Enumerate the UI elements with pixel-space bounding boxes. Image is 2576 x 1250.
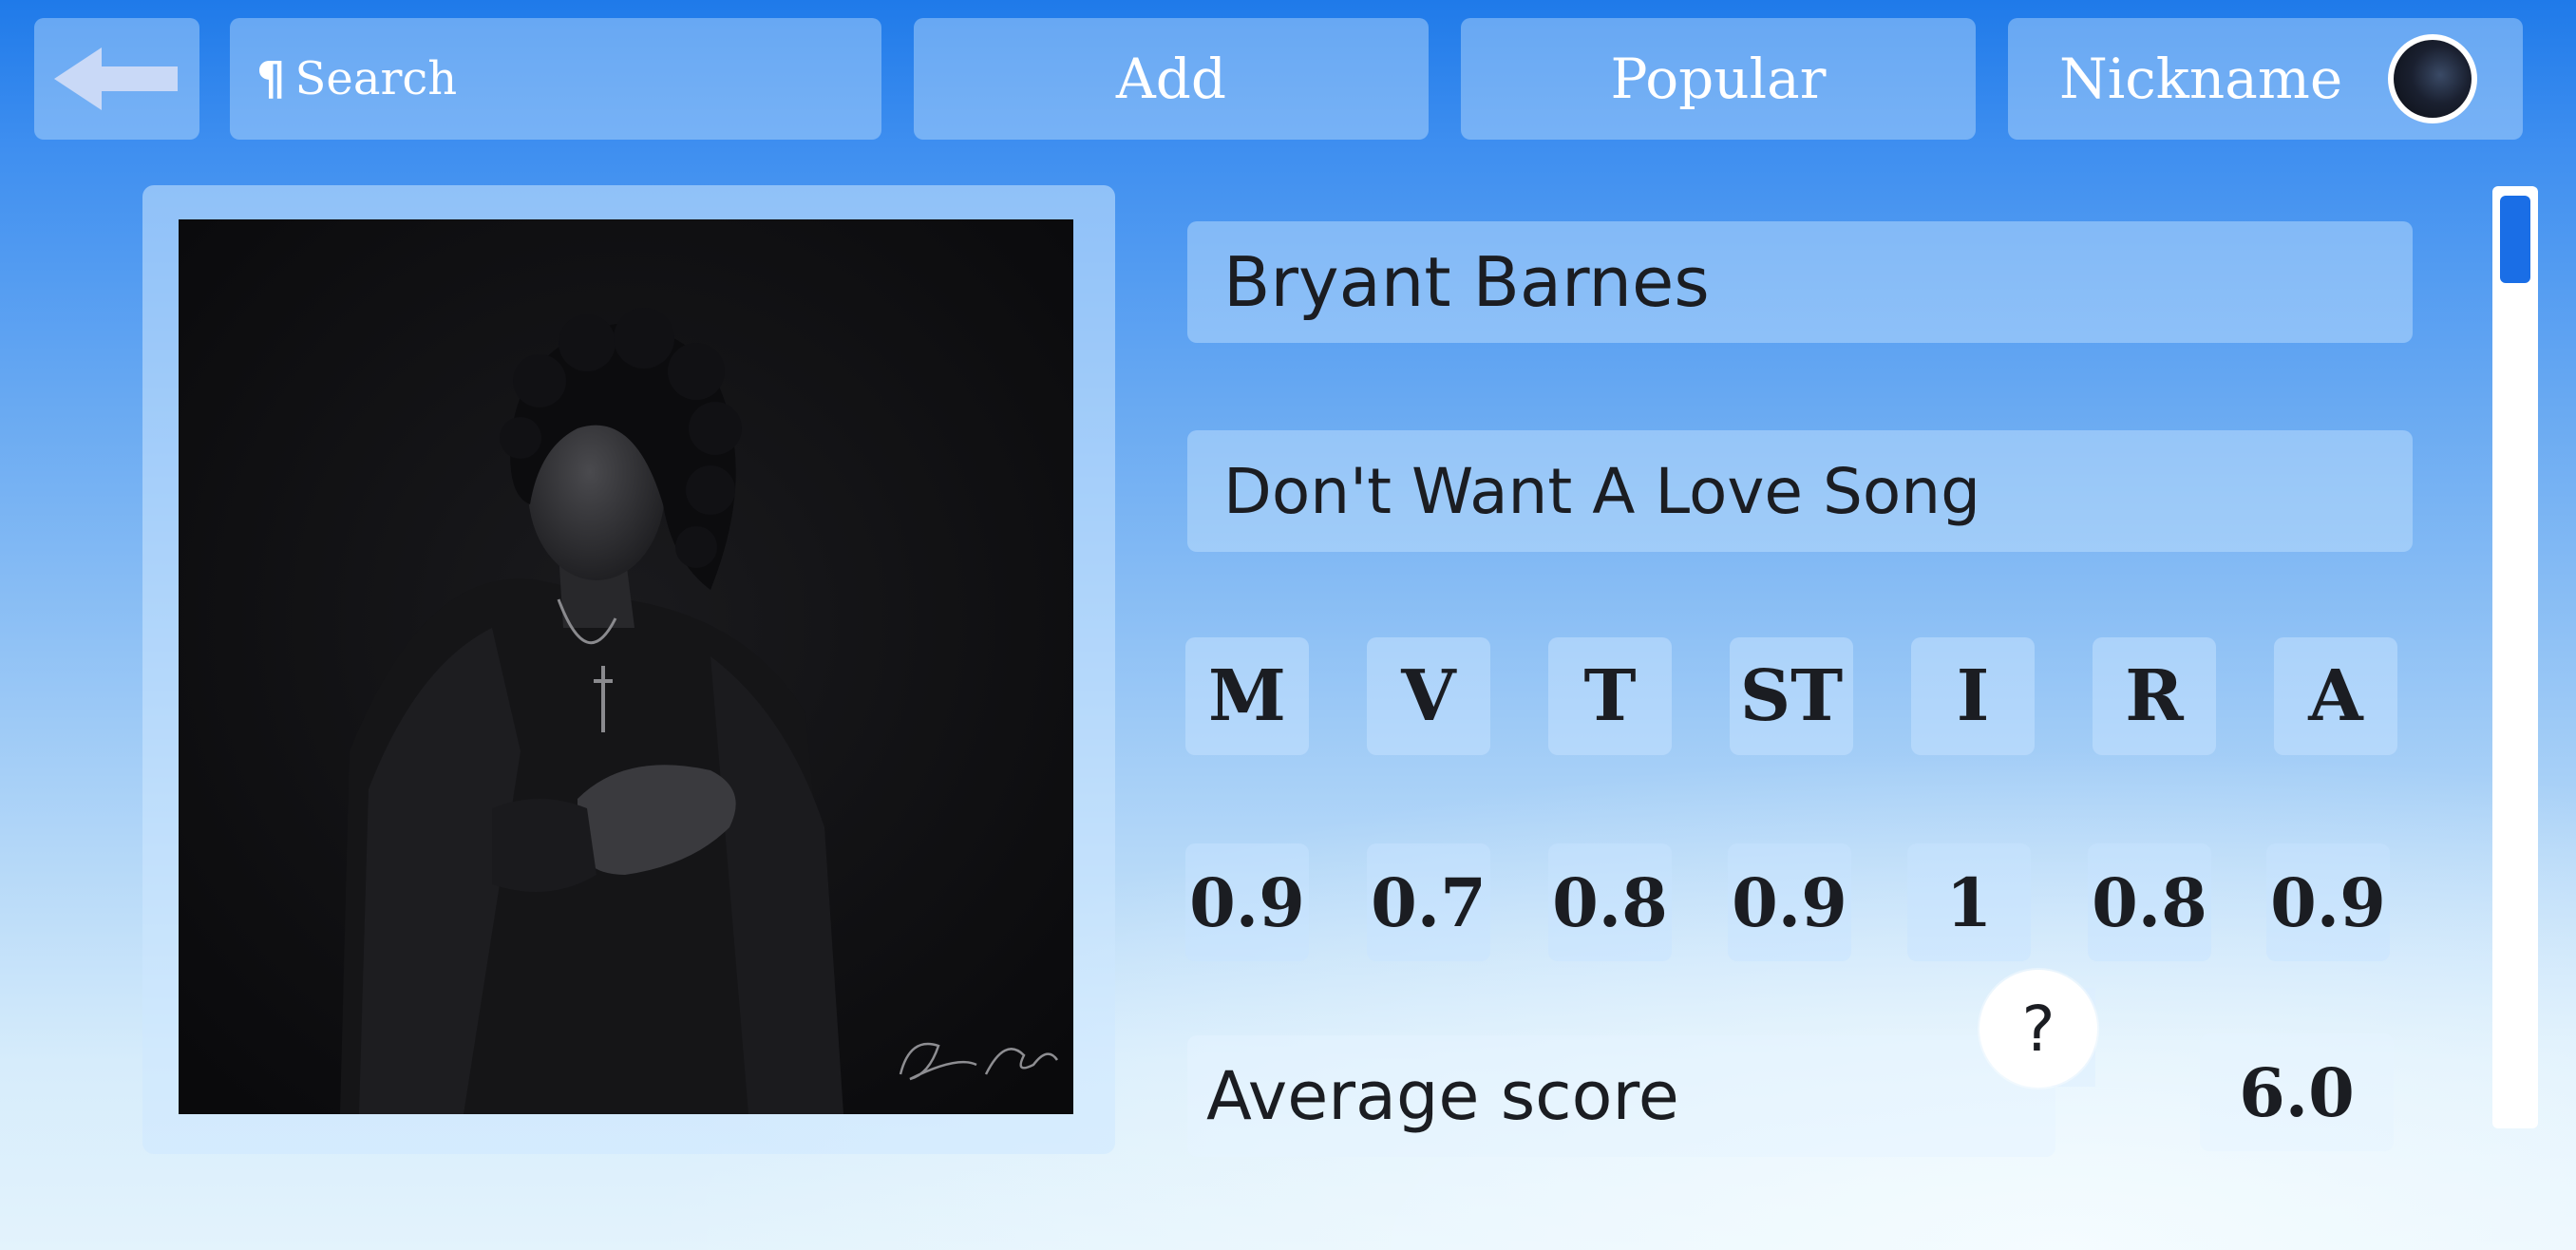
avatar[interactable] [2388,34,2477,123]
criterion-value-st[interactable]: 0.9 [1728,843,1851,961]
criterion-label-r: R [2093,637,2216,755]
pilcrow-icon: ¶ [256,52,286,105]
popular-button[interactable]: Popular [1461,18,1976,140]
album-art-frame [142,185,1115,1154]
criterion-value-v[interactable]: 0.7 [1367,843,1490,961]
song-title: Don't Want A Love Song [1223,454,1980,528]
criterion-value-t[interactable]: 0.8 [1548,843,1672,961]
question-icon: ? [2021,992,2055,1066]
add-button[interactable]: Add [914,18,1429,140]
back-button[interactable] [34,18,199,140]
search-button[interactable]: ¶ Search [230,18,881,140]
average-score-value: 6.0 [2200,1033,2394,1151]
criterion-value-a[interactable]: 0.9 [2266,843,2390,961]
search-label: Search [294,52,458,105]
arrow-left-icon [54,47,178,110]
album-art [179,219,1073,1114]
artist-field[interactable]: Bryant Barnes [1187,221,2413,343]
scrollbar-thumb[interactable] [2500,196,2530,283]
criterion-label-t: T [1548,637,1672,755]
artist-name: Bryant Barnes [1223,242,1710,322]
scrollbar-track[interactable] [2492,186,2538,1128]
criterion-value-i[interactable]: 1 [1907,843,2031,961]
popular-label: Popular [1610,47,1827,111]
criterion-label-i: I [1911,637,2035,755]
average-score-field: Average score [1187,1035,2055,1157]
profile-button[interactable]: Nickname [2008,18,2523,140]
song-title-field[interactable]: Don't Want A Love Song [1187,430,2413,552]
help-button[interactable]: ? [1979,970,2097,1088]
criterion-label-a: A [2274,637,2397,755]
criterion-label-v: V [1367,637,1490,755]
add-label: Add [1115,47,1227,111]
criterion-label-m: M [1185,637,1309,755]
album-art-portrait [179,219,1073,1114]
criterion-label-st: ST [1730,637,1853,755]
nickname-label: Nickname [2059,47,2343,111]
criterion-value-m[interactable]: 0.9 [1185,843,1309,961]
criterion-value-r[interactable]: 0.8 [2088,843,2211,961]
average-score-label: Average score [1206,1057,1679,1135]
